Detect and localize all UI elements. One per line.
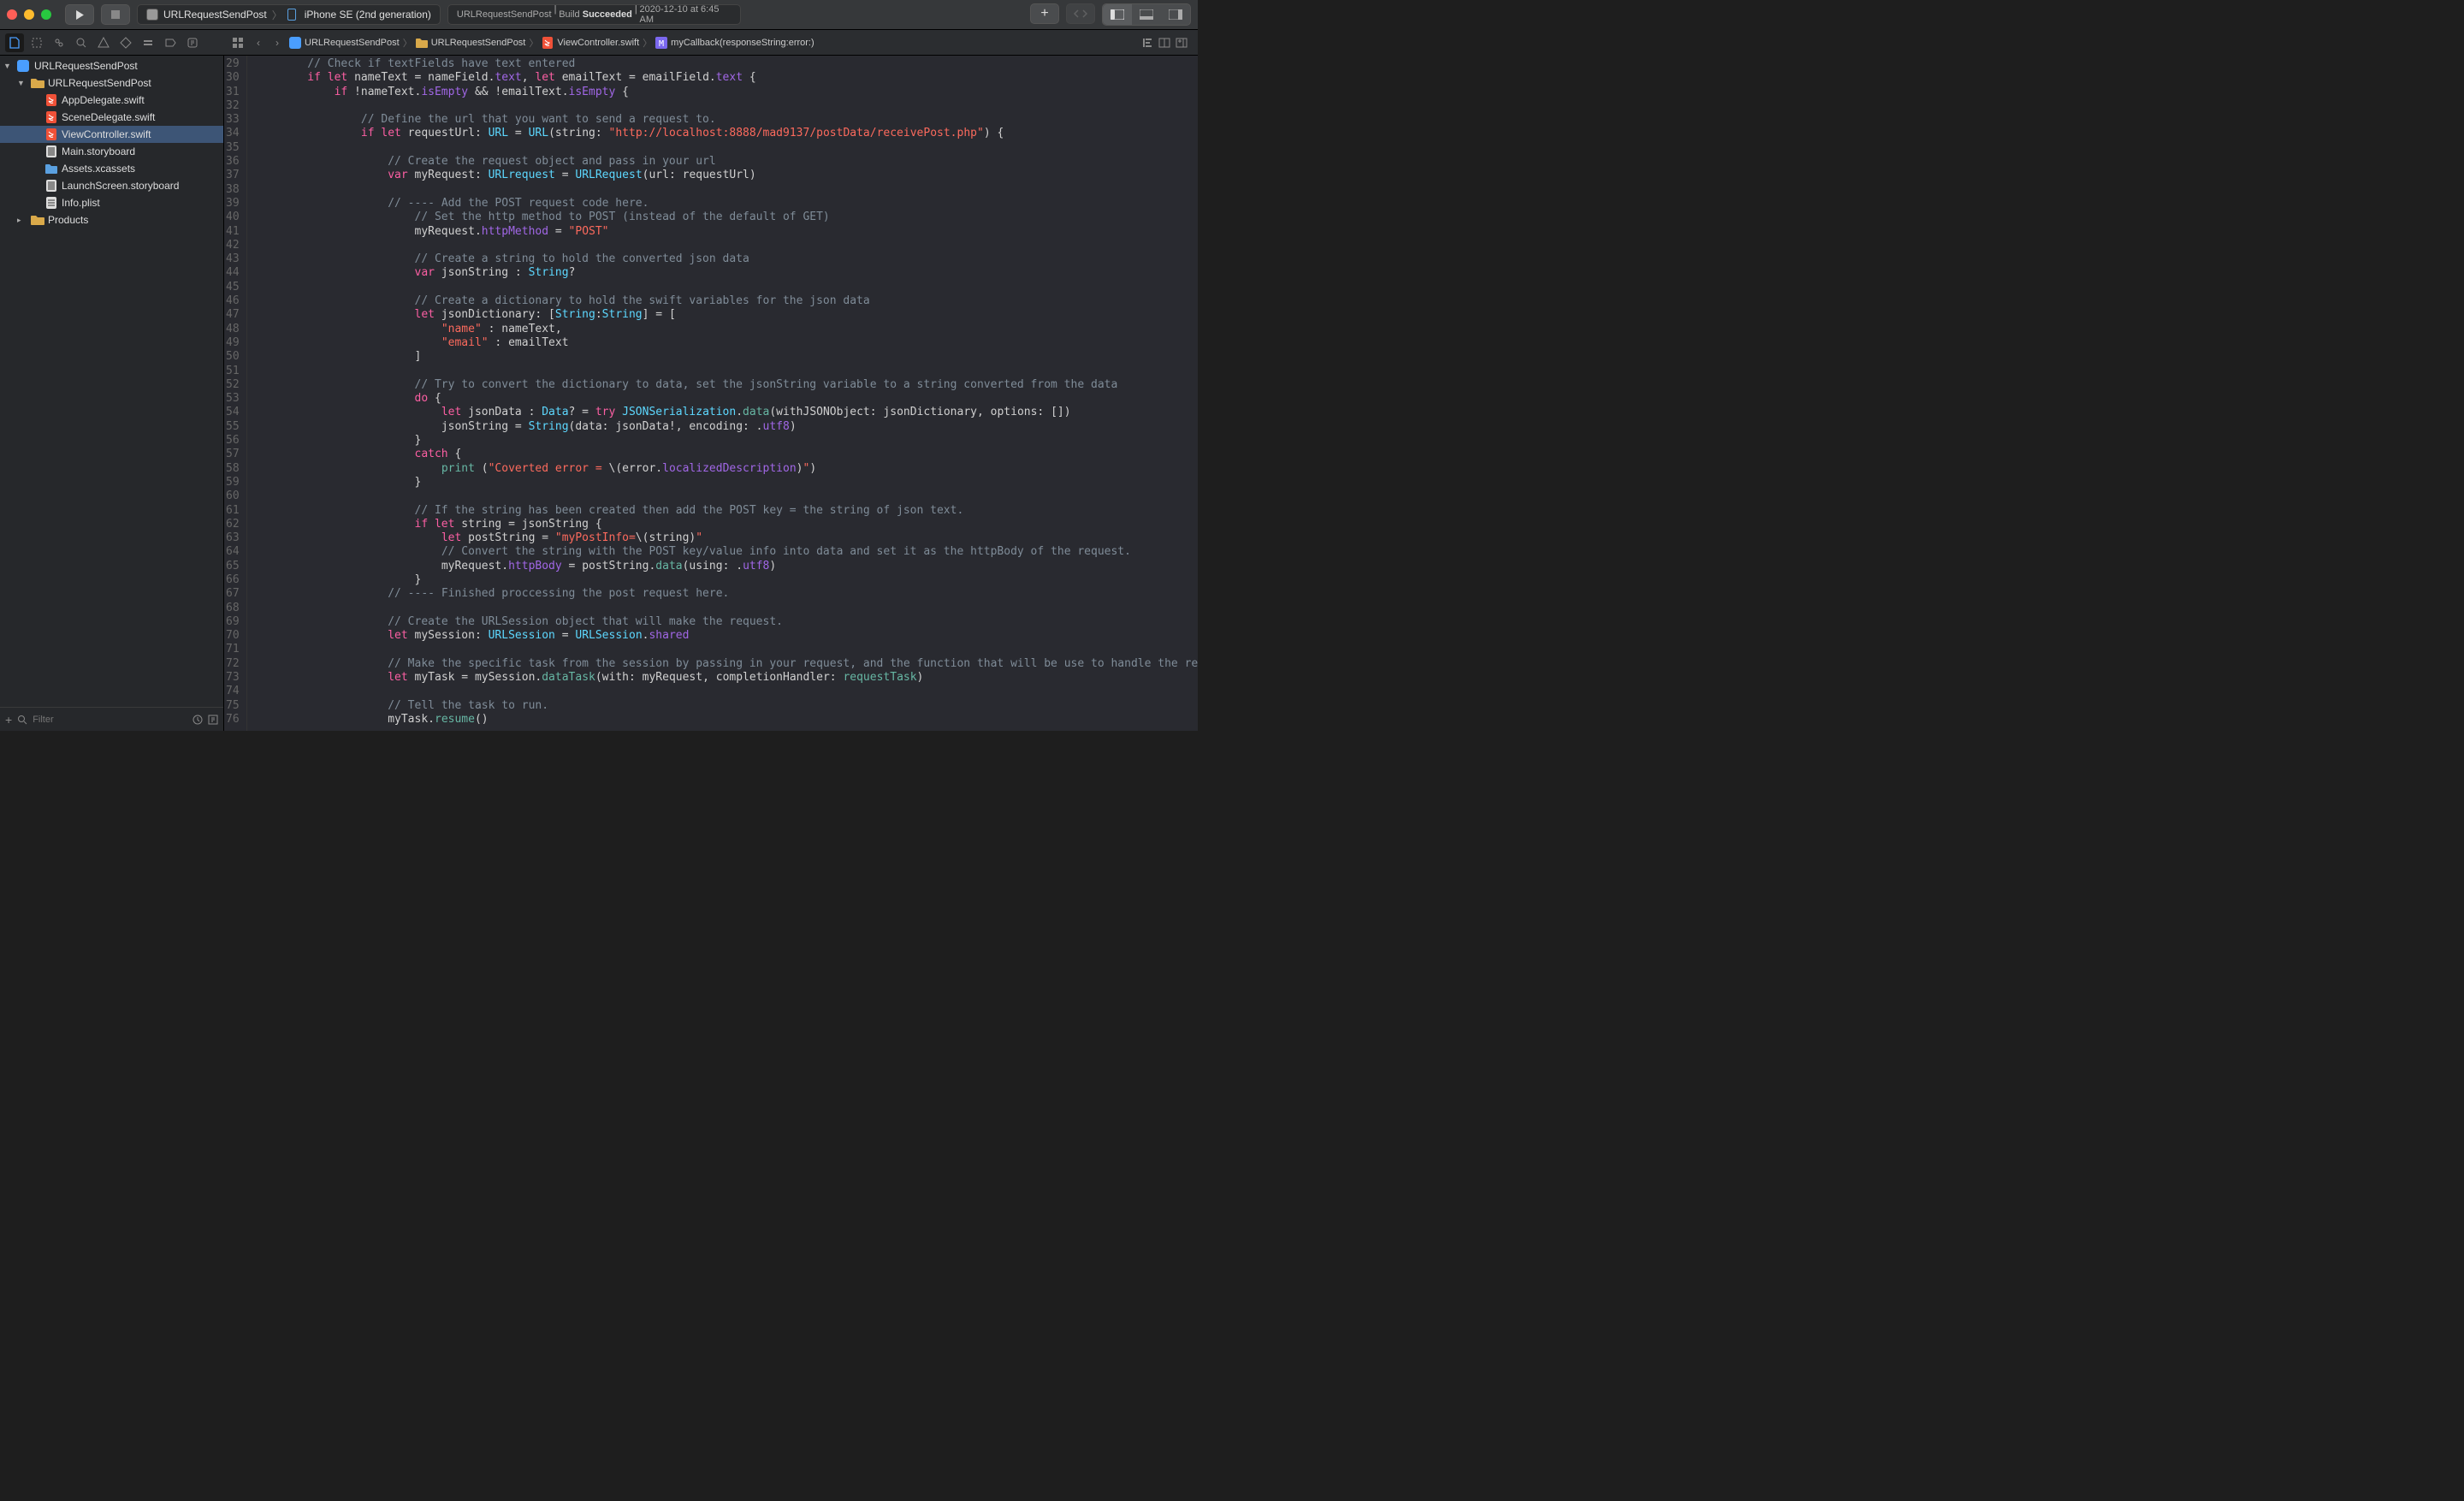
svg-text:M: M <box>659 39 664 49</box>
project-icon <box>17 60 31 72</box>
folder-icon <box>416 37 428 49</box>
back-button[interactable]: ‹ <box>250 34 267 51</box>
chevron-right-icon: 〉 <box>272 8 282 22</box>
debug-navigator-icon[interactable] <box>139 33 157 52</box>
adjust-editor-icon[interactable] <box>1158 37 1170 49</box>
add-icon[interactable]: + <box>5 713 12 727</box>
swift-icon <box>44 94 58 106</box>
tree-item-label: LaunchScreen.storyboard <box>62 180 179 192</box>
plist-icon <box>44 197 58 209</box>
project-navigator: ▼ URLRequestSendPost ▼ URLRequestSendPost Ap… <box>0 56 224 731</box>
tree-item-label: SceneDelegate.swift <box>62 111 155 123</box>
tree-file[interactable]: Assets.xcassets <box>0 160 223 177</box>
filter-icon <box>17 715 27 725</box>
tree-project-root[interactable]: ▼ URLRequestSendPost <box>0 57 223 74</box>
breadcrumb[interactable]: URLRequestSendPost〉URLRequestSendPost〉Vi… <box>289 36 1138 50</box>
tree-item-label: URLRequestSendPost <box>34 60 138 72</box>
app-icon <box>146 9 158 21</box>
titlebar: URLRequestSendPost 〉 iPhone SE (2nd gene… <box>0 0 1198 30</box>
forward-button[interactable]: › <box>269 34 286 51</box>
tree-item-label: ViewController.swift <box>62 128 151 140</box>
breadcrumb-label[interactable]: ViewController.swift <box>557 38 639 48</box>
traffic-lights <box>7 9 58 20</box>
swift-file-icon <box>542 37 554 49</box>
device-name: iPhone SE (2nd generation) <box>305 9 431 21</box>
scheme-name: URLRequestSendPost <box>163 9 267 21</box>
code-review-button[interactable] <box>1066 3 1095 24</box>
tree-item-label: URLRequestSendPost <box>48 77 151 89</box>
tree-group[interactable]: ▼ URLRequestSendPost <box>0 74 223 92</box>
add-editor-icon[interactable] <box>1176 37 1188 49</box>
tree-item-label: Main.storyboard <box>62 145 135 157</box>
tree-file[interactable]: Main.storyboard <box>0 143 223 160</box>
tree-file[interactable]: Info.plist <box>0 194 223 211</box>
toggle-inspector-button[interactable] <box>1161 4 1190 25</box>
status-time: 2020-12-10 at 6:45 AM <box>640 4 732 25</box>
breadcrumb-label[interactable]: URLRequestSendPost <box>431 38 526 48</box>
disclosure-triangle-icon[interactable]: ▼ <box>3 62 14 70</box>
assets-icon <box>44 163 58 175</box>
toggle-debug-area-button[interactable] <box>1132 4 1161 25</box>
tree-file[interactable]: LaunchScreen.storyboard <box>0 177 223 194</box>
tree-products[interactable]: ▸ Products <box>0 211 223 228</box>
disclosure-triangle-icon[interactable]: ▸ <box>17 216 27 225</box>
folder-icon <box>31 77 44 89</box>
issue-navigator-icon[interactable] <box>94 33 113 52</box>
chevron-right-icon: 〉 <box>403 36 412 50</box>
storyboard-icon <box>44 180 58 192</box>
storyboard-icon <box>44 145 58 157</box>
find-navigator-icon[interactable] <box>72 33 91 52</box>
recent-filter-icon[interactable] <box>192 715 203 725</box>
filter-input[interactable] <box>33 715 187 725</box>
test-navigator-icon[interactable] <box>116 33 135 52</box>
code-content[interactable]: // Check if textFields have text entered… <box>247 56 1198 731</box>
breadcrumb-label[interactable]: myCallback(responseString:error:) <box>671 38 814 48</box>
source-control-navigator-icon[interactable] <box>27 33 46 52</box>
tree-item-label: AppDelegate.swift <box>62 94 145 106</box>
library-button[interactable]: + <box>1030 3 1059 24</box>
chevron-right-icon: 〉 <box>529 36 538 50</box>
breadcrumb-label[interactable]: URLRequestSendPost <box>305 38 400 48</box>
tree-file[interactable]: SceneDelegate.swift <box>0 109 223 126</box>
report-navigator-icon[interactable] <box>183 33 202 52</box>
disclosure-triangle-icon[interactable]: ▼ <box>17 79 27 87</box>
chevron-right-icon: 〉 <box>643 36 652 50</box>
navigator-filter-bar: + <box>0 707 223 731</box>
status-project: URLRequestSendPost <box>457 9 552 20</box>
scm-filter-icon[interactable] <box>208 715 218 725</box>
status-build-label: Build <box>559 9 579 20</box>
activity-status: URLRequestSendPost | Build Succeeded | 2… <box>447 4 742 25</box>
tree-file[interactable]: AppDelegate.swift <box>0 92 223 109</box>
related-items-icon[interactable] <box>229 34 246 51</box>
tree-item-label: Info.plist <box>62 197 100 209</box>
line-gutter: 2930313233343536373839404142434445464748… <box>224 56 247 731</box>
breakpoint-navigator-icon[interactable] <box>161 33 180 52</box>
minimap-icon[interactable] <box>1141 37 1153 49</box>
navigator-selector <box>0 33 224 52</box>
scheme-selector[interactable]: URLRequestSendPost 〉 iPhone SE (2nd gene… <box>137 4 441 25</box>
close-window-button[interactable] <box>7 9 17 20</box>
tree-item-label: Products <box>48 214 88 226</box>
toolrow: ‹ › URLRequestSendPost〉URLRequestSendPos… <box>0 30 1198 56</box>
stop-button[interactable] <box>101 4 130 25</box>
toggle-navigator-button[interactable] <box>1103 4 1132 25</box>
tree-item-label: Assets.xcassets <box>62 163 135 175</box>
symbol-navigator-icon[interactable] <box>50 33 68 52</box>
swift-icon <box>44 128 58 140</box>
zoom-window-button[interactable] <box>41 9 51 20</box>
status-build-result: Succeeded <box>583 9 632 20</box>
device-icon <box>287 9 299 21</box>
swift-icon <box>44 111 58 123</box>
method-icon: M <box>655 37 667 49</box>
tree-file[interactable]: ViewController.swift <box>0 126 223 143</box>
source-editor[interactable]: 2930313233343536373839404142434445464748… <box>224 56 1198 731</box>
folder-icon <box>31 214 44 226</box>
project-icon <box>289 37 301 49</box>
run-button[interactable] <box>65 4 94 25</box>
minimize-window-button[interactable] <box>24 9 34 20</box>
project-navigator-icon[interactable] <box>5 33 24 52</box>
